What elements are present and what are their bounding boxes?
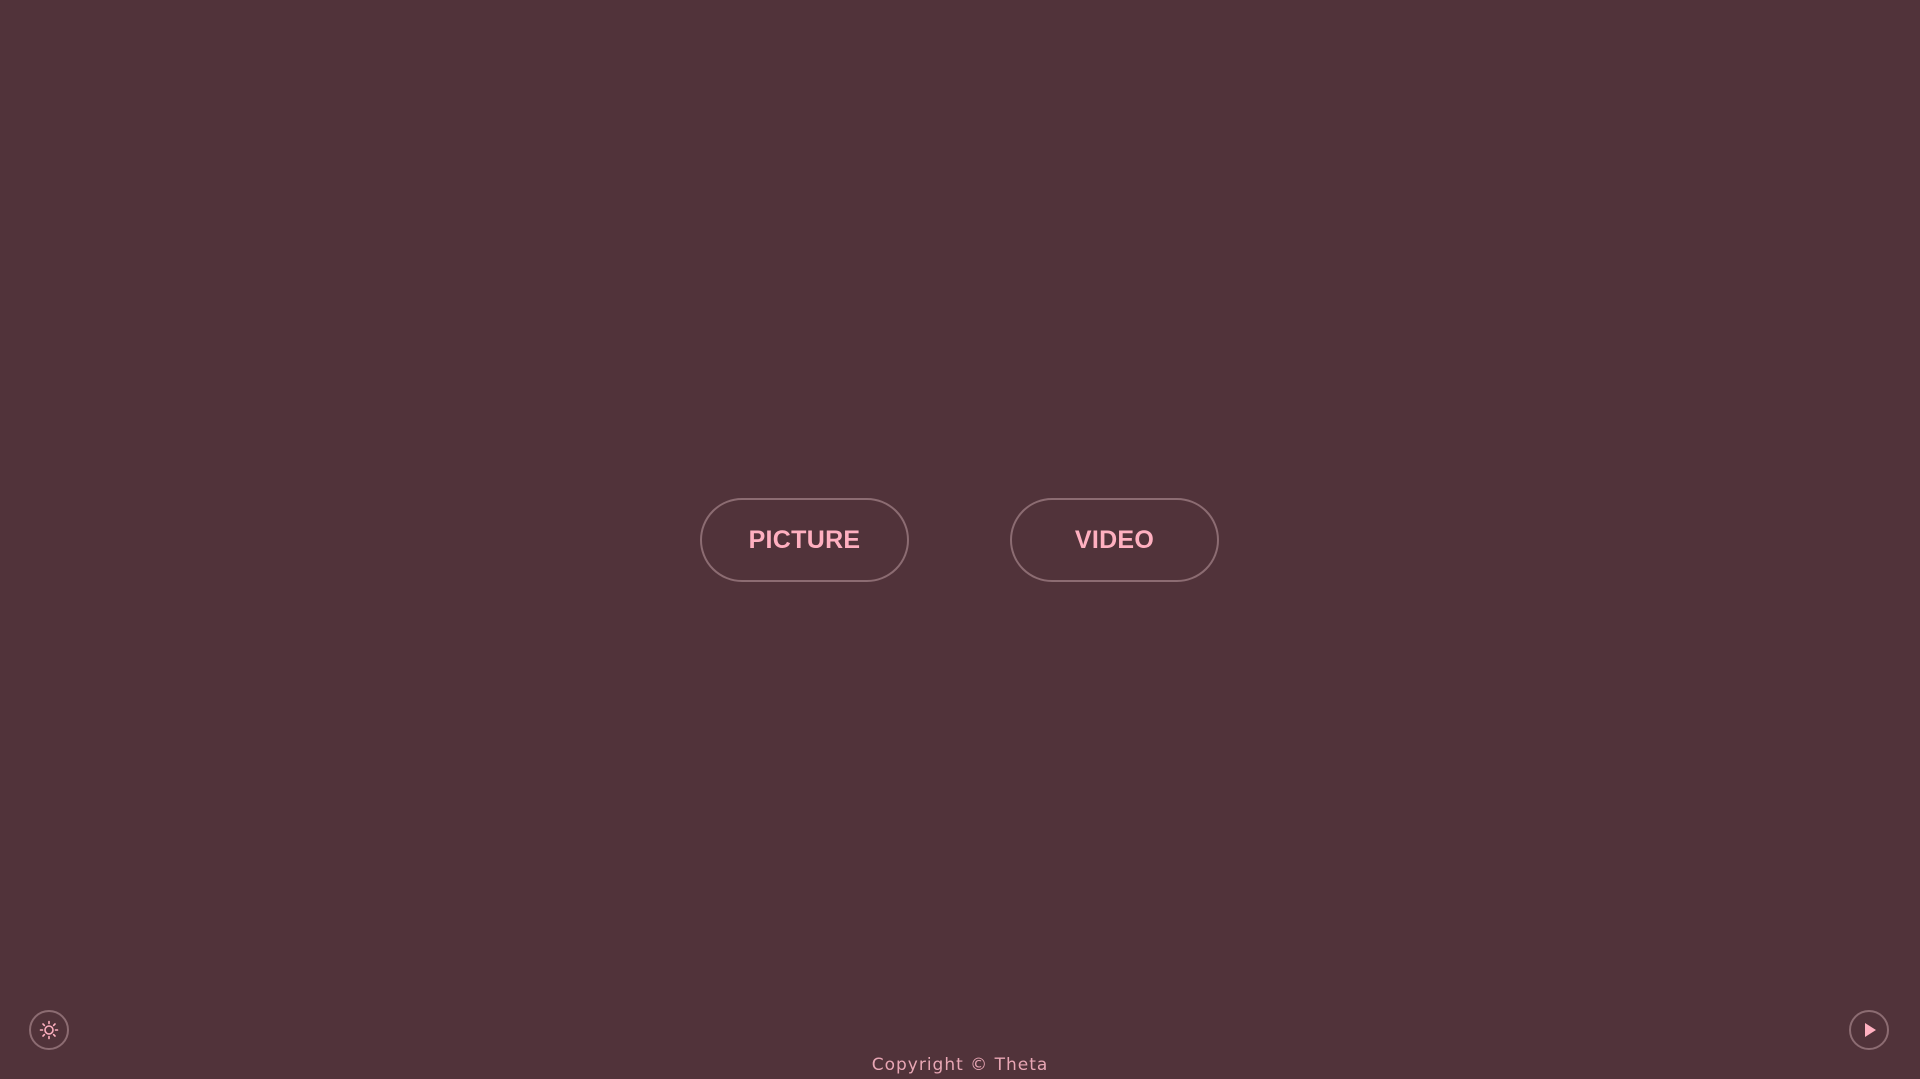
- copyright-text: Copyright © Theta: [871, 1055, 1049, 1075]
- theme-toggle-button[interactable]: [29, 1010, 69, 1050]
- play-icon: [1859, 1020, 1879, 1040]
- page: PICTURE VIDEO Copyright © Theta: [0, 0, 1920, 1079]
- video-button[interactable]: VIDEO: [1010, 498, 1219, 582]
- sun-icon: [39, 1020, 59, 1040]
- play-button[interactable]: [1849, 1010, 1889, 1050]
- picture-button[interactable]: PICTURE: [700, 498, 909, 582]
